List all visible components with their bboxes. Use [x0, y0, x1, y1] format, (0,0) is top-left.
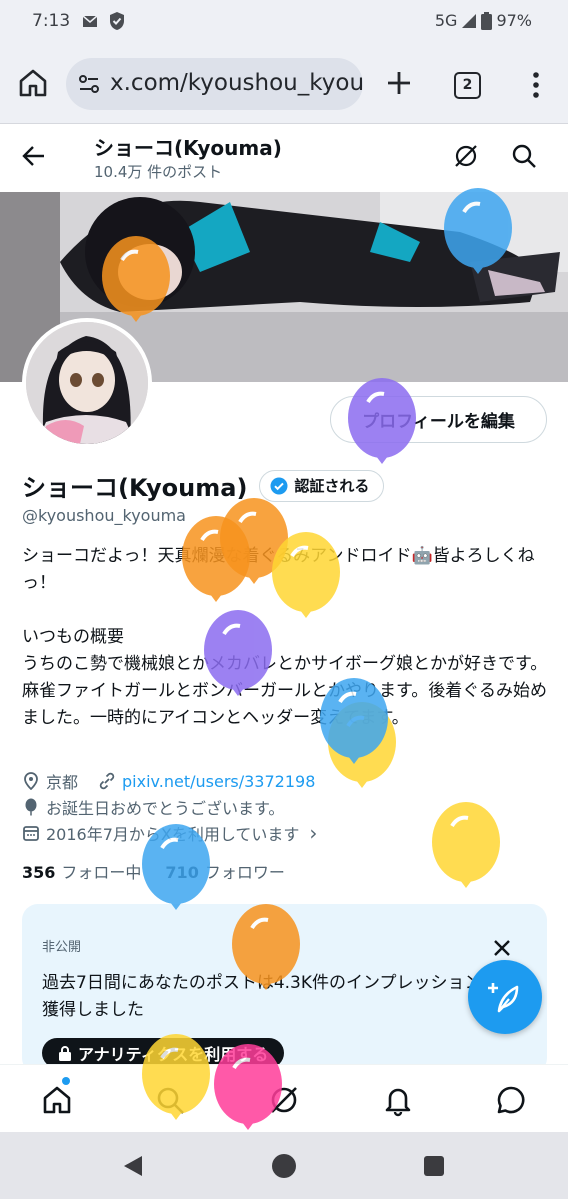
following-link[interactable]: 356 フォロー中: [22, 859, 141, 883]
name-row: ショーコ(Kyouma) 認証される: [22, 468, 385, 503]
followers-count: 710: [165, 863, 199, 882]
bio: ショーコだよっ！天真爛漫な着ぐるみアンドロイド🤖皆よろしくねっ！ いつもの概要 …: [22, 543, 552, 732]
nav-search-icon[interactable]: [153, 1083, 187, 1117]
birthday-text: お誕生日おめでとうございます。: [46, 799, 285, 818]
bio-line: うちのこ勢で機械娘とかメカバレとかサイボーグ娘とかが好きです。麻雀ファイトガール…: [22, 654, 548, 728]
browser-toolbar: x.com/kyoushou_kyouma 2: [0, 44, 568, 124]
battery-icon: [481, 11, 493, 30]
header-name: ショーコ(Kyouma): [94, 136, 282, 160]
android-home-icon[interactable]: [272, 1154, 296, 1178]
status-time: 7:13: [32, 11, 71, 31]
profile-top-bar: ショーコ(Kyouma) 10.4万 件のポスト: [0, 124, 568, 192]
calendar-icon: [23, 826, 39, 841]
following-label: フォロー中: [61, 863, 142, 882]
location-icon: [24, 772, 38, 790]
bottom-navigation: [0, 1064, 568, 1132]
avatar-image: [26, 322, 148, 444]
nav-grok-icon[interactable]: [267, 1083, 301, 1117]
followers-label: フォロワー: [204, 863, 285, 882]
avatar[interactable]: [22, 318, 152, 448]
website-link[interactable]: pixiv.net/users/3372198: [122, 772, 315, 791]
status-bar: 7:13 5G 97%: [0, 0, 568, 44]
verified-badge-icon: [270, 477, 288, 494]
followers-link[interactable]: 710 フォロワー: [165, 859, 284, 883]
new-posts-dot: [62, 1077, 70, 1085]
lock-icon: [59, 1046, 71, 1061]
private-label: 非公開: [42, 940, 82, 955]
back-arrow-icon[interactable]: [20, 142, 48, 170]
location-text: 京都: [46, 773, 79, 792]
link-icon: [99, 772, 115, 790]
display-name: ショーコ(Kyouma): [22, 474, 248, 502]
balloon-icon: [25, 798, 37, 816]
more-menu-icon[interactable]: [524, 68, 548, 102]
get-verified-label: 認証される: [294, 477, 370, 495]
nav-messages-icon[interactable]: [494, 1083, 528, 1117]
user-handle: @kyoushou_kyouma: [22, 506, 186, 525]
android-back-icon[interactable]: [122, 1154, 144, 1178]
address-bar[interactable]: x.com/kyoushou_kyouma: [66, 58, 363, 110]
compose-feather-icon: [488, 983, 519, 1013]
grok-icon[interactable]: [452, 142, 480, 170]
site-settings-icon[interactable]: [78, 73, 100, 95]
tab-switcher-button[interactable]: 2: [454, 72, 481, 99]
impressions-text: 過去7日間にあなたのポストは4.3K件のインプレッションを獲得しました: [42, 973, 499, 1020]
nav-notifications-icon[interactable]: [381, 1083, 415, 1117]
android-navigation-bar: [0, 1132, 568, 1199]
new-tab-icon[interactable]: [382, 66, 416, 100]
joined-text[interactable]: 2016年7月からXを利用しています: [46, 821, 299, 845]
close-icon[interactable]: [490, 936, 514, 960]
edit-profile-button[interactable]: プロフィールを編集: [330, 396, 547, 443]
status-right: 5G 97%: [435, 11, 532, 30]
android-recents-icon[interactable]: [424, 1156, 444, 1176]
chevron-right-icon: ›: [309, 821, 318, 845]
nav-home-icon[interactable]: [40, 1083, 74, 1117]
battery-label: 97%: [496, 11, 532, 30]
profile-meta: 京都 pixiv.net/users/3372198 お誕生日おめでとうございま…: [22, 768, 552, 846]
follow-stats: 356 フォロー中 710 フォロワー: [22, 859, 285, 883]
network-label: 5G: [434, 11, 458, 30]
compose-post-button[interactable]: [468, 960, 542, 1034]
url-text: x.com/kyoushou_kyouma: [110, 70, 363, 96]
shield-icon: [110, 12, 124, 30]
following-count: 356: [22, 863, 56, 882]
header-post-count: 10.4万 件のポスト: [94, 163, 223, 181]
search-icon[interactable]: [510, 142, 538, 170]
signal-icon: [462, 13, 477, 28]
get-verified-button[interactable]: 認証される: [259, 469, 385, 502]
mail-icon: [82, 15, 98, 27]
bio-line: ショーコだよっ！天真爛漫な着ぐるみアンドロイド🤖皆よろしくねっ！: [22, 546, 535, 593]
bio-line: いつもの概要: [22, 627, 124, 647]
analytics-button-label: アナリティクスを利用する: [78, 1045, 269, 1064]
home-icon[interactable]: [16, 66, 50, 100]
